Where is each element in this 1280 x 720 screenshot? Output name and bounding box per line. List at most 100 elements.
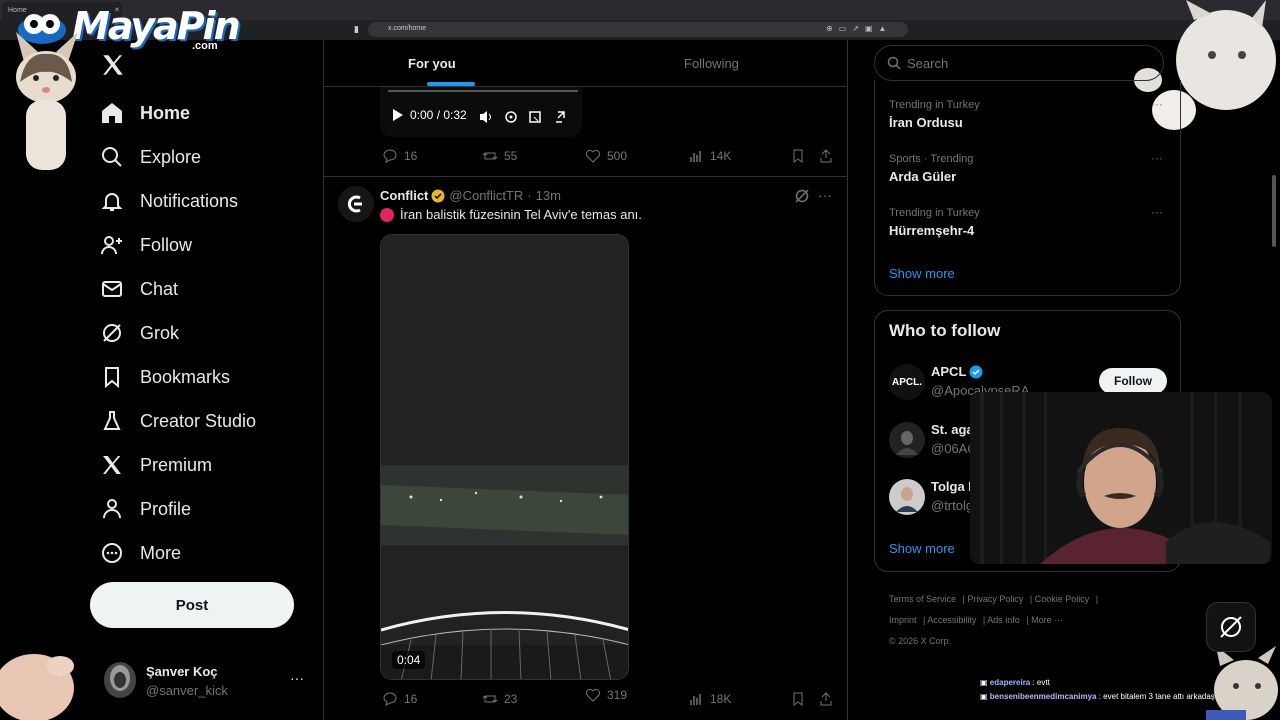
footer-link[interactable]: Privacy Policy	[967, 594, 1023, 604]
nav-profile[interactable]: Profile	[100, 494, 191, 524]
chat-text: : evtt	[1032, 678, 1050, 687]
trend-item[interactable]: Trending in Turkey İran Ordusu ···	[889, 97, 1169, 130]
footer-link[interactable]: Imprint	[889, 615, 917, 625]
tab-following[interactable]: Following	[684, 56, 739, 71]
trend-more-icon[interactable]: ···	[1151, 205, 1163, 219]
footer-link[interactable]: Ads info	[987, 615, 1020, 625]
grok-explain-icon[interactable]	[794, 188, 810, 204]
nav-chat[interactable]: Chat	[100, 274, 178, 304]
views-icon	[690, 151, 701, 162]
browser-extension-icons[interactable]: ⊕▭↗▣▲	[826, 24, 892, 33]
page-scrollbar[interactable]	[1272, 175, 1276, 247]
volume-icon[interactable]	[480, 111, 491, 123]
repost-button[interactable]: 23	[482, 691, 517, 707]
nav-explore[interactable]: Explore	[100, 142, 201, 172]
trend-more-icon[interactable]: ···	[1151, 97, 1163, 111]
search-input[interactable]: Search	[874, 45, 1164, 81]
reply-count: 16	[404, 149, 418, 163]
trend-name: Arda Güler	[889, 169, 957, 184]
nav-label: Home	[140, 102, 191, 123]
tweet-author-avatar[interactable]	[338, 186, 374, 222]
nav-label: Bookmarks	[140, 366, 231, 387]
chat-text: : evet bitalem 3 tane attı arkadaş	[1098, 692, 1215, 701]
repost-icon	[482, 152, 498, 160]
hand-sticker	[0, 654, 74, 720]
trend-item[interactable]: Trending in Turkey Hürremşehr-4 ···	[889, 205, 1169, 238]
play-icon[interactable]	[390, 108, 404, 122]
tweet-time[interactable]: 13m	[536, 188, 561, 203]
search-icon	[887, 56, 901, 70]
account-switcher[interactable]: Şanver Koç @sanver_kick ···	[104, 660, 312, 704]
trend-context: Trending in Turkey	[889, 99, 980, 111]
share-icon[interactable]	[818, 691, 834, 707]
reply-count: 16	[404, 692, 418, 706]
views-icon	[690, 694, 701, 705]
views-button[interactable]: 14K	[688, 148, 731, 164]
more-dots-icon[interactable]: ···	[290, 670, 304, 686]
like-button[interactable]: 319	[585, 687, 627, 703]
bookmark-icon	[105, 367, 119, 389]
account-handle: @sanver_kick	[146, 683, 228, 698]
footer-link[interactable]: Accessibility	[927, 615, 976, 625]
bookmark-icon[interactable]	[790, 691, 806, 707]
bookmark-icon[interactable]	[790, 148, 806, 164]
video-progress-bar[interactable]	[388, 90, 578, 92]
follow-button[interactable]: Follow	[1099, 368, 1167, 394]
trend-item[interactable]: Sports · Trending Arda Güler ···	[889, 151, 1169, 184]
fullscreen-icon[interactable]	[556, 111, 565, 123]
trends-show-more-link[interactable]: Show more	[889, 266, 955, 281]
heart-icon	[585, 149, 601, 163]
post-button[interactable]: Post	[90, 582, 294, 628]
nav-more[interactable]: More	[100, 538, 181, 568]
reply-icon	[383, 149, 397, 163]
tweet-author-handle[interactable]: @ConflictTR	[449, 188, 523, 203]
like-button[interactable]: 500	[585, 148, 627, 164]
video-frame	[381, 235, 628, 679]
settings-icon[interactable]	[505, 111, 517, 123]
nav-bookmarks[interactable]: Bookmarks	[100, 362, 230, 392]
nav-notifications[interactable]: Notifications	[100, 186, 238, 216]
x-logo-icon[interactable]	[100, 52, 126, 78]
avatar	[889, 422, 925, 458]
repost-button[interactable]: 55	[482, 148, 517, 164]
footer-link[interactable]: More ···	[1031, 615, 1063, 625]
footer-links: Terms of Service | Privacy Policy | Cook…	[889, 594, 1099, 646]
nav-premium[interactable]: Premium	[100, 450, 212, 480]
nav-grok[interactable]: Grok	[100, 318, 179, 348]
tweet-actions: 16 55 500 14K	[380, 148, 840, 168]
grok-floating-button[interactable]	[1206, 602, 1256, 652]
like-count: 319	[607, 688, 628, 702]
views-button[interactable]: 18K	[688, 691, 731, 707]
nav-label: Premium	[140, 454, 213, 475]
trend-more-icon[interactable]: ···	[1151, 151, 1163, 165]
avatar	[889, 479, 925, 515]
chat-message: ▣ bensenibeenmedimcanimya : evet bitalem…	[980, 692, 1215, 701]
pip-icon[interactable]	[529, 111, 541, 123]
view-count: 14K	[710, 149, 732, 163]
footer-link[interactable]: Terms of Service	[889, 594, 956, 604]
home-icon	[102, 103, 122, 123]
reply-button[interactable]: 16	[382, 148, 417, 164]
nav-label: Follow	[140, 234, 193, 255]
view-count: 18K	[710, 692, 732, 706]
tweet-author-name[interactable]: Conflict	[380, 188, 428, 203]
footer-link[interactable]: Cookie Policy	[1035, 594, 1090, 604]
chat-username: bensenibeenmedimcanimya	[989, 692, 1097, 701]
nav-follow[interactable]: Follow	[100, 230, 192, 260]
avatar	[104, 662, 136, 698]
who-to-follow-show-more-link[interactable]: Show more	[889, 541, 955, 556]
tweet-video[interactable]	[380, 234, 629, 680]
tweet-more-icon[interactable]: ···	[818, 187, 832, 203]
nav-home[interactable]: Home	[100, 98, 190, 128]
person-icon	[103, 499, 121, 519]
nav-label: Creator Studio	[140, 410, 257, 431]
dot-separator: ·	[527, 188, 532, 203]
tab-for-you[interactable]: For you	[408, 56, 456, 71]
share-icon[interactable]	[818, 148, 834, 164]
chat-username: edapereira	[989, 678, 1031, 687]
nav-creator-studio[interactable]: Creator Studio	[100, 406, 256, 436]
reply-button[interactable]: 16	[382, 691, 417, 707]
reply-icon	[383, 692, 397, 706]
nav-label: Explore	[140, 146, 202, 167]
bookmark-page-icon[interactable]: ▮	[354, 24, 361, 34]
